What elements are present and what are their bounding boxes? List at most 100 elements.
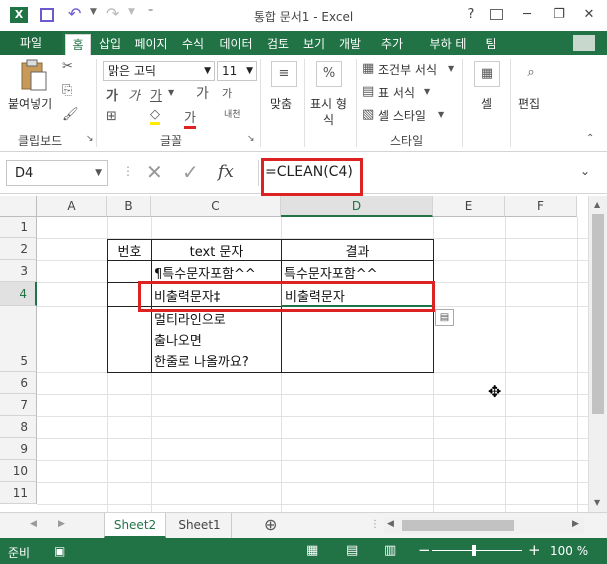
table-format-label[interactable]: 표 서식 — [378, 84, 415, 101]
zoom-level[interactable]: 100 % — [550, 544, 588, 558]
cancel-icon[interactable]: ✕ — [146, 160, 163, 184]
col-header-c[interactable]: C — [151, 196, 281, 217]
conditional-format-icon[interactable]: ▦ — [362, 61, 374, 76]
worksheet-grid[interactable]: A B C D E F ▲ ▼ 1 2 3 4 5 6 7 8 9 10 11 … — [0, 196, 607, 512]
collapse-ribbon-icon[interactable]: ⌃ — [586, 133, 594, 144]
scroll-thumb[interactable] — [592, 214, 604, 414]
table-format-icon[interactable]: ▤ — [362, 84, 374, 99]
tab-home[interactable]: 홈 — [65, 34, 91, 55]
normal-view-icon[interactable]: ▦ — [306, 543, 318, 558]
grow-font-button[interactable]: 가 — [196, 83, 209, 103]
phonetic-button[interactable]: 내천 — [224, 107, 241, 120]
enter-icon[interactable]: ✓ — [182, 160, 199, 184]
col-header-a[interactable]: A — [37, 196, 107, 217]
zoom-slider-thumb[interactable] — [472, 545, 476, 556]
tab-file[interactable]: 파일 — [0, 31, 62, 55]
cell-style-icon[interactable]: ▧ — [362, 107, 374, 122]
alignment-icon[interactable]: ≡ — [271, 61, 297, 87]
cell-c5-line-2[interactable]: 출나오면 — [154, 330, 281, 349]
scroll-down-icon[interactable]: ▼ — [594, 498, 600, 507]
percent-icon[interactable]: % — [316, 61, 342, 87]
page-break-icon[interactable]: ▥ — [384, 543, 396, 558]
conditional-format-label[interactable]: 조건부 서식 — [378, 61, 437, 78]
underline-dropdown-icon[interactable]: ▼ — [168, 88, 174, 97]
col-header-e[interactable]: E — [433, 196, 505, 217]
fill-color-icon[interactable]: ◇ — [150, 107, 160, 125]
underline-button[interactable]: 가 — [150, 85, 162, 104]
select-all-corner[interactable] — [0, 196, 37, 217]
row-header-8[interactable]: 8 — [0, 416, 37, 438]
font-color-button[interactable]: 가 — [184, 107, 196, 129]
expand-formula-icon[interactable]: ⌄ — [580, 164, 590, 178]
scroll-right-icon[interactable]: ▶ — [572, 519, 579, 529]
cells-icon[interactable]: ▦ — [474, 61, 500, 87]
paste-options-icon[interactable]: ▤ — [435, 309, 454, 326]
sheet-tab-sheet1[interactable]: Sheet1 — [168, 513, 232, 538]
tab-data[interactable]: 데이터 — [212, 34, 260, 55]
number-format-label-1[interactable]: 표시 형 — [310, 95, 347, 112]
row-header-3[interactable]: 3 — [0, 260, 37, 282]
row-header-11[interactable]: 11 — [0, 482, 37, 504]
cell-b2[interactable]: 번호 — [108, 241, 151, 260]
alignment-label[interactable]: 맞춤 — [270, 95, 292, 112]
borders-icon[interactable]: ⊞ — [106, 109, 117, 124]
format-painter-icon[interactable]: 🖌 — [62, 107, 79, 122]
tab-page[interactable]: 페이지 — [128, 34, 174, 55]
font-size-box[interactable]: 11 ▼ — [217, 61, 257, 81]
scroll-right-sheet-icon[interactable]: ▶ — [58, 519, 65, 529]
cell-c5-line-3[interactable]: 한줄로 나올까요? — [154, 351, 281, 370]
tab-developer[interactable]: 개발 — [332, 34, 368, 55]
tab-insert[interactable]: 삽입 — [92, 34, 128, 55]
font-name-box[interactable]: 맑은 고딕 ▼ — [103, 61, 215, 81]
cell-d2[interactable]: 결과 — [282, 241, 433, 260]
col-header-d[interactable]: D — [281, 196, 433, 217]
binoculars-icon[interactable]: ⌕ — [518, 61, 544, 87]
row-header-9[interactable]: 9 — [0, 438, 37, 460]
macro-record-icon[interactable]: ▣ — [54, 544, 65, 558]
clipboard-launcher-icon[interactable]: ↘ — [86, 134, 94, 144]
row-header-5[interactable]: 5 — [0, 306, 37, 372]
sheet-tab-sheet2[interactable]: Sheet2 — [104, 513, 166, 538]
tab-addins[interactable]: 추가 — [372, 34, 412, 55]
row-header-7[interactable]: 7 — [0, 394, 37, 416]
cell-c2[interactable]: text 문자 — [152, 241, 281, 260]
italic-button[interactable]: 가 — [128, 85, 140, 104]
paste-label[interactable]: 붙여넣기 — [8, 95, 52, 112]
row-header-10[interactable]: 10 — [0, 460, 37, 482]
tab-load-test[interactable]: 부하 테 — [420, 34, 476, 55]
copy-icon[interactable]: ⎘ — [62, 83, 72, 98]
tab-team[interactable]: 팀 — [478, 34, 504, 55]
row-header-6[interactable]: 6 — [0, 372, 37, 394]
user-avatar-icon[interactable] — [573, 35, 595, 51]
cell-style-label[interactable]: 셀 스타일 — [378, 107, 426, 124]
number-format-label-2[interactable]: 식 — [323, 111, 334, 128]
page-layout-icon[interactable]: ▤ — [346, 543, 358, 558]
zoom-out-icon[interactable]: − — [418, 541, 431, 559]
tab-formulas[interactable]: 수식 — [174, 34, 212, 55]
row-header-2[interactable]: 2 — [0, 238, 37, 260]
cell-d3[interactable]: 특수문자포함^^ — [284, 263, 433, 282]
close-button[interactable]: ✕ — [570, 0, 607, 28]
font-launcher-icon[interactable]: ↘ — [247, 134, 255, 144]
h-scroll-thumb[interactable] — [402, 520, 514, 531]
cells-label[interactable]: 셀 — [481, 95, 492, 112]
cut-icon[interactable]: ✂ — [62, 59, 73, 74]
zoom-in-icon[interactable]: + — [528, 541, 541, 559]
scroll-left-icon[interactable]: ◀ — [387, 519, 394, 529]
tab-review[interactable]: 검토 — [260, 34, 296, 55]
vertical-scrollbar[interactable]: ▲ ▼ — [588, 196, 607, 512]
add-sheet-button[interactable]: ⊕ — [264, 515, 277, 534]
zoom-slider[interactable] — [432, 550, 522, 551]
shrink-font-button[interactable]: 가 — [222, 85, 232, 101]
cell-c3[interactable]: ¶특수문자포함^^ — [154, 263, 281, 282]
col-header-b[interactable]: B — [107, 196, 151, 217]
scroll-up-icon[interactable]: ▲ — [594, 200, 600, 209]
name-box[interactable]: D4 ▼ — [6, 160, 108, 186]
row-header-4[interactable]: 4 — [0, 282, 37, 306]
row-header-1[interactable]: 1 — [0, 217, 37, 238]
paste-icon[interactable] — [18, 59, 48, 93]
bold-button[interactable]: 가 — [106, 85, 118, 104]
col-header-f[interactable]: F — [505, 196, 577, 217]
tab-view[interactable]: 보기 — [296, 34, 332, 55]
insert-function-button[interactable]: fx — [218, 162, 234, 182]
